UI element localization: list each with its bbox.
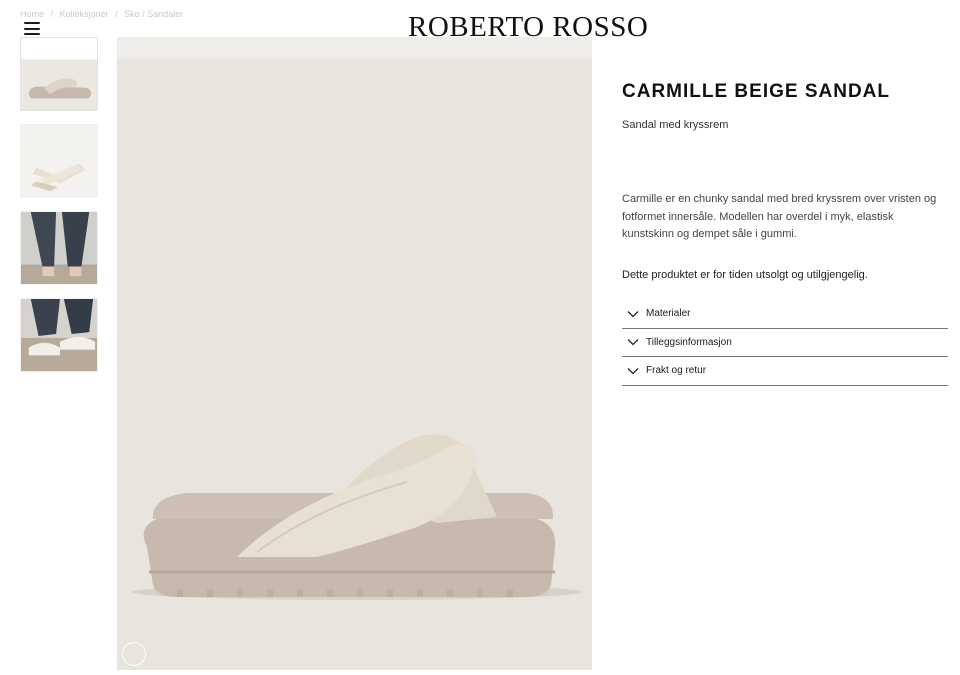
breadcrumb-collections[interactable]: Kolleksjoner	[60, 9, 109, 19]
breadcrumb: Home / Kolleksjoner / Sko / Sandaler	[20, 9, 187, 19]
product-subtitle: Sandal med kryssrem	[622, 119, 729, 131]
product-title: CARMILLE BEIGE SANDAL	[622, 81, 890, 102]
accordion-additional-info[interactable]: Tilleggsinformasjon	[622, 329, 948, 358]
thumbnail-model-legs[interactable]	[20, 211, 98, 285]
accordion-shipping-returns[interactable]: Frakt og retur	[622, 357, 948, 386]
zoom-icon[interactable]	[122, 642, 146, 666]
menu-icon[interactable]	[24, 22, 40, 35]
thumbnail-model-feet[interactable]	[20, 298, 98, 372]
chevron-down-icon	[627, 367, 639, 375]
chevron-down-icon	[627, 310, 639, 318]
accordion-label: Materialer	[646, 308, 691, 320]
breadcrumb-home[interactable]: Home	[20, 9, 44, 19]
thumbnail-gallery	[20, 37, 99, 385]
chevron-down-icon	[627, 339, 639, 346]
thumbnail-sandal-top[interactable]	[20, 124, 98, 198]
accordion-label: Frakt og retur	[646, 365, 707, 377]
accordion-label: Tilleggsinformasjon	[646, 336, 732, 348]
breadcrumb-category[interactable]: Sko / Sandaler	[124, 9, 183, 19]
product-main-image[interactable]	[117, 37, 592, 670]
product-info: CARMILLE BEIGE SANDAL Sandal med kryssre…	[622, 81, 948, 386]
breadcrumb-separator: /	[50, 9, 54, 19]
product-description: Carmille er en chunky sandal med bred kr…	[622, 193, 937, 241]
accordion-materials[interactable]: Materialer	[622, 300, 948, 329]
stock-status: Dette produktet er for tiden utsolgt og …	[622, 269, 868, 282]
breadcrumb-separator: /	[115, 9, 118, 19]
product-accordion: Materialer Tilleggsinformasjon Frakt og …	[622, 300, 948, 386]
thumbnail-sandal-side[interactable]	[20, 37, 98, 111]
